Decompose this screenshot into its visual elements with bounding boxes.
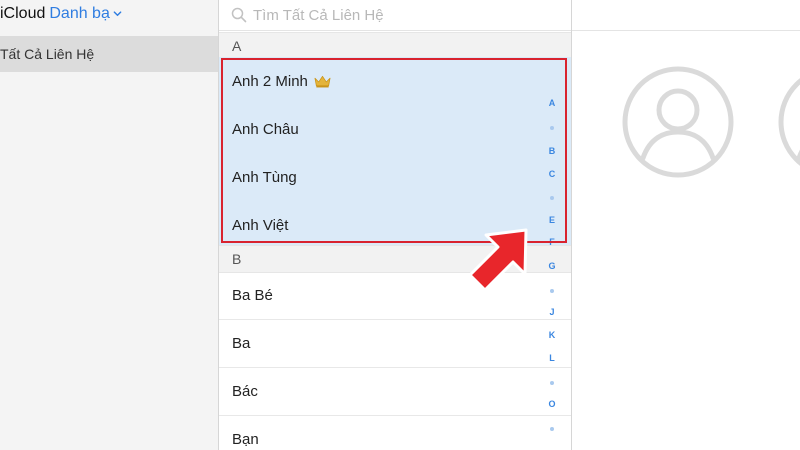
section-letter: B — [232, 251, 242, 267]
contact-name: Anh Việt — [232, 216, 289, 234]
index-letter[interactable]: L — [540, 353, 564, 363]
avatar-placeholder-icon — [622, 66, 734, 178]
avatar-placeholder-icon — [778, 78, 800, 166]
contact-row-anh-tung[interactable]: Anh Tùng — [219, 153, 571, 202]
contact-row-anh-chau[interactable]: Anh Châu — [219, 105, 571, 154]
index-letter[interactable]: J — [540, 307, 564, 317]
brand-icloud-label: iCloud — [0, 5, 46, 22]
app-header[interactable]: iCloud Danh bạ — [0, 0, 218, 28]
index-letter[interactable]: B — [540, 146, 564, 156]
contact-row-anh-viet[interactable]: Anh Việt — [219, 201, 571, 250]
search-input[interactable] — [253, 6, 553, 24]
chevron-down-icon[interactable] — [113, 9, 122, 18]
index-dot — [550, 427, 554, 431]
contact-row-ban[interactable]: Bạn — [219, 415, 571, 450]
section-header-b: B — [219, 245, 571, 273]
index-letter[interactable]: F — [540, 237, 564, 247]
sidebar: iCloud Danh bạ Tất Cả Liên Hệ — [0, 0, 219, 450]
contact-name: Ba Bé — [232, 286, 273, 304]
sidebar-item-all-contacts[interactable]: Tất Cả Liên Hệ — [0, 36, 218, 72]
brand-app-label[interactable]: Danh bạ — [49, 5, 110, 23]
contact-name: Ba — [232, 334, 251, 352]
contacts-list-panel: A Anh 2 Minh Anh Châu Anh Tùng Anh Việt … — [219, 0, 572, 450]
index-dot — [550, 381, 554, 385]
section-header-a: A — [219, 32, 571, 60]
index-letter[interactable]: O — [540, 399, 564, 409]
contact-name: Anh 2 Minh — [232, 72, 308, 90]
contact-row-ba[interactable]: Ba — [219, 319, 571, 368]
search-bar — [219, 0, 571, 31]
index-letter[interactable]: K — [540, 330, 564, 340]
contact-row-bac[interactable]: Bác — [219, 367, 571, 416]
index-dot — [550, 196, 554, 200]
sidebar-item-label: Tất Cả Liên Hệ — [0, 46, 95, 62]
section-letter: A — [232, 38, 242, 54]
index-letter[interactable]: A — [540, 98, 564, 108]
contact-name: Anh Châu — [232, 120, 299, 138]
contact-name: Bác — [232, 382, 258, 400]
alphabet-index[interactable]: A B C E F G J K L O — [540, 98, 564, 450]
contact-name: Bạn — [232, 430, 259, 448]
index-dot — [550, 126, 554, 130]
contacts-app: iCloud Danh bạ Tất Cả Liên Hệ A Anh 2 Mi… — [0, 0, 800, 450]
crown-icon — [314, 75, 331, 87]
index-dot — [550, 289, 554, 293]
index-letter[interactable]: E — [540, 215, 564, 225]
contact-name: Anh Tùng — [232, 168, 297, 186]
index-letter[interactable]: C — [540, 169, 564, 179]
index-letter[interactable]: G — [540, 261, 564, 271]
contact-row-anh-2-minh[interactable]: Anh 2 Minh — [219, 57, 571, 106]
detail-toolbar — [572, 0, 800, 31]
contact-row-ba-be[interactable]: Ba Bé — [219, 271, 571, 320]
search-icon — [231, 7, 247, 23]
